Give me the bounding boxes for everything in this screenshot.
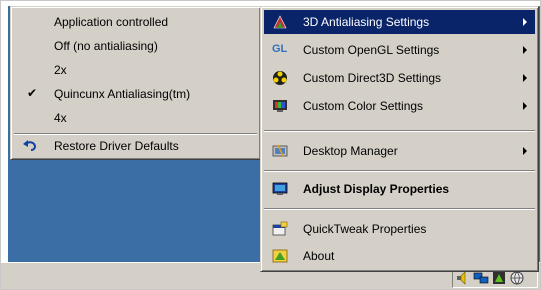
network-icon[interactable] xyxy=(473,270,489,286)
menu-item-custom-opengl-settings[interactable]: GL Custom OpenGL Settings xyxy=(264,38,535,62)
menu-item-adjust-display-properties[interactable]: Adjust Display Properties xyxy=(264,177,535,201)
menu-item-label: Adjust Display Properties xyxy=(303,182,450,196)
menu-item-off-no-antialiasing[interactable]: Off (no antialiasing) xyxy=(14,34,257,58)
menu-separator xyxy=(264,130,535,132)
submenu-arrow-icon xyxy=(523,147,527,155)
opengl-icon: GL xyxy=(272,43,288,55)
menu-item-application-controlled[interactable]: Application controlled xyxy=(14,10,257,34)
speaker-icon[interactable] xyxy=(455,270,471,286)
menu-item-custom-direct3d-settings[interactable]: Custom Direct3D Settings xyxy=(264,66,535,90)
quicktweak-icon xyxy=(272,221,288,237)
desktop-manager-icon xyxy=(272,143,288,159)
menu-item-label: Quincunx Antialiasing(tm) xyxy=(54,87,191,101)
submenu-arrow-icon xyxy=(523,46,527,54)
menu-separator xyxy=(264,170,535,172)
menu-item-label: Off (no antialiasing) xyxy=(54,39,158,53)
menu-item-label: 2x xyxy=(54,63,67,77)
left-white-strip xyxy=(0,0,8,290)
menu-item-label: 4x xyxy=(54,111,67,125)
menu-item-label: About xyxy=(303,249,335,263)
menu-item-label: Custom OpenGL Settings xyxy=(303,43,440,57)
checkmark-icon: ✔ xyxy=(27,86,38,100)
menu-item-quicktweak-properties[interactable]: QuickTweak Properties xyxy=(264,217,535,241)
menu-item-label: Custom Color Settings xyxy=(303,99,424,113)
menu-separator xyxy=(264,208,535,210)
menu-item-desktop-manager[interactable]: Desktop Manager xyxy=(264,139,535,163)
submenu-arrow-icon xyxy=(523,74,527,82)
about-icon xyxy=(272,248,288,264)
globe-icon[interactable] xyxy=(509,270,525,286)
restore-defaults-label: Restore Driver Defaults xyxy=(54,139,179,153)
menu-item-quincunx[interactable]: ✔ Quincunx Antialiasing(tm) xyxy=(14,82,257,106)
nvidia-3d-icon xyxy=(272,14,288,30)
undo-icon xyxy=(22,138,38,154)
menu-item-about[interactable]: About xyxy=(264,244,535,268)
nvidia-tray-icon[interactable] xyxy=(491,270,507,286)
display-properties-icon xyxy=(272,181,288,197)
antialiasing-submenu: Application controlled Off (no antialias… xyxy=(10,6,261,160)
menu-item-label: 3D Antialiasing Settings xyxy=(303,15,430,29)
restore-defaults-button[interactable]: Restore Driver Defaults xyxy=(14,136,257,156)
nvidia-tray-menu: 3D Antialiasing Settings GL Custom OpenG… xyxy=(260,6,539,272)
menu-separator xyxy=(14,133,257,135)
menu-item-label: Application controlled xyxy=(54,15,169,29)
menu-item-custom-color-settings[interactable]: Custom Color Settings xyxy=(264,94,535,118)
menu-item-4x[interactable]: 4x xyxy=(14,106,257,130)
submenu-arrow-icon xyxy=(523,102,527,110)
menu-item-label: Custom Direct3D Settings xyxy=(303,71,442,85)
menu-item-3d-antialiasing-settings[interactable]: 3D Antialiasing Settings xyxy=(264,10,535,34)
submenu-arrow-icon xyxy=(523,18,527,26)
monitor-color-icon xyxy=(272,98,288,114)
menu-item-label: Desktop Manager xyxy=(303,144,398,158)
direct3d-icon xyxy=(272,70,288,86)
menu-item-label: QuickTweak Properties xyxy=(303,222,427,236)
menu-item-2x[interactable]: 2x xyxy=(14,58,257,82)
